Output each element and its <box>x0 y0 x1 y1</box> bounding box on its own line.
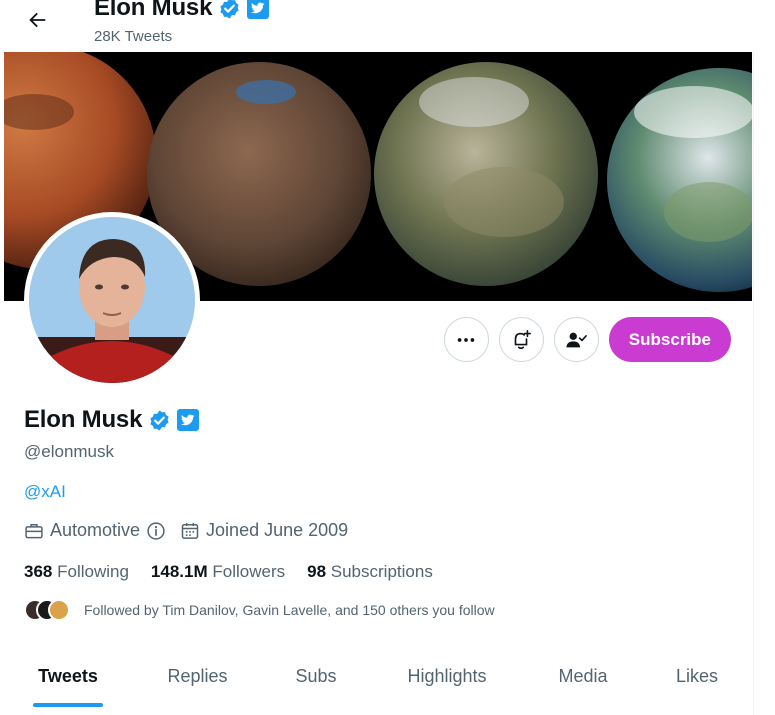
profile-page: Elon Musk 28K Tweets Subscribe Elon Musk… <box>0 0 754 715</box>
followers-label: Followers <box>212 562 286 581</box>
subscriptions-stat[interactable]: 98 Subscriptions <box>307 562 433 582</box>
profile-actions: Subscribe <box>443 317 731 362</box>
notifications-button[interactable] <box>498 317 544 362</box>
following-button[interactable] <box>553 317 599 362</box>
followers-you-know-avatars <box>24 599 76 621</box>
tab-highlights[interactable]: Highlights <box>397 648 497 705</box>
tab-label: Media <box>558 666 608 686</box>
tab-label: Replies <box>167 666 228 686</box>
person-check-icon <box>566 332 588 347</box>
tab-subs[interactable]: Subs <box>288 648 344 705</box>
category-item: Automotive <box>24 520 166 541</box>
profile-tabs: Tweets Replies Subs Highlights Media Lik… <box>0 648 754 715</box>
more-button[interactable] <box>443 317 489 362</box>
profile-handle: @elonmusk <box>24 442 115 461</box>
arrow-left-icon <box>29 12 46 28</box>
profile-stats: 368 Following 148.1M Followers 98 Subscr… <box>24 562 433 582</box>
tab-tweets[interactable]: Tweets <box>33 648 103 705</box>
category-label: Automotive <box>50 520 141 540</box>
tab-media[interactable]: Media <box>550 648 616 705</box>
tab-label: Tweets <box>38 666 98 686</box>
subscribe-button[interactable]: Subscribe <box>608 317 731 362</box>
profile-name: Elon Musk <box>24 406 143 433</box>
joined-item: Joined June 2009 <box>180 520 348 541</box>
followed-by[interactable]: Followed by Tim Danilov, Gavin Lavelle, … <box>24 599 495 621</box>
bell-plus-icon <box>514 329 532 349</box>
tab-label: Likes <box>675 666 719 686</box>
active-tab-indicator <box>33 703 103 707</box>
avatar[interactable] <box>24 212 200 388</box>
more-dots-icon <box>458 337 475 342</box>
following-label: Following <box>57 562 129 581</box>
tweet-count: 28K Tweets <box>94 28 173 45</box>
header-name-row: Elon Musk <box>94 0 270 22</box>
verified-badge-icon <box>220 0 239 19</box>
followers-count: 148.1M <box>150 562 208 581</box>
joined-date: Joined June 2009 <box>206 520 349 540</box>
info-icon[interactable] <box>146 521 166 541</box>
bio-link-xai[interactable]: @xAI <box>24 482 66 502</box>
tab-label: Subs <box>295 666 337 686</box>
followed-by-text: Followed by Tim Danilov, Gavin Lavelle, … <box>84 602 495 618</box>
twitter-affiliate-icon <box>247 0 270 19</box>
subscriptions-count: 98 <box>307 562 327 581</box>
verified-badge-icon <box>150 409 169 431</box>
tab-likes[interactable]: Likes <box>668 648 726 705</box>
tab-replies[interactable]: Replies <box>160 648 235 705</box>
profile-meta: Automotive Joined June 2009 <box>24 520 348 541</box>
top-header: Elon Musk 28K Tweets <box>0 0 754 52</box>
twitter-affiliate-icon[interactable] <box>177 409 200 431</box>
avatar-image <box>29 217 195 383</box>
header-name: Elon Musk <box>94 0 213 21</box>
profile-name-row: Elon Musk <box>24 406 200 434</box>
follower-avatar <box>48 599 70 621</box>
briefcase-icon <box>25 523 43 538</box>
tab-label: Highlights <box>407 666 487 686</box>
followers-stat[interactable]: 148.1M Followers <box>151 562 285 582</box>
back-button[interactable] <box>22 6 52 34</box>
subscriptions-label: Subscriptions <box>330 562 433 581</box>
following-stat[interactable]: 368 Following <box>24 562 129 582</box>
calendar-icon <box>181 522 199 539</box>
following-count: 368 <box>24 562 53 581</box>
